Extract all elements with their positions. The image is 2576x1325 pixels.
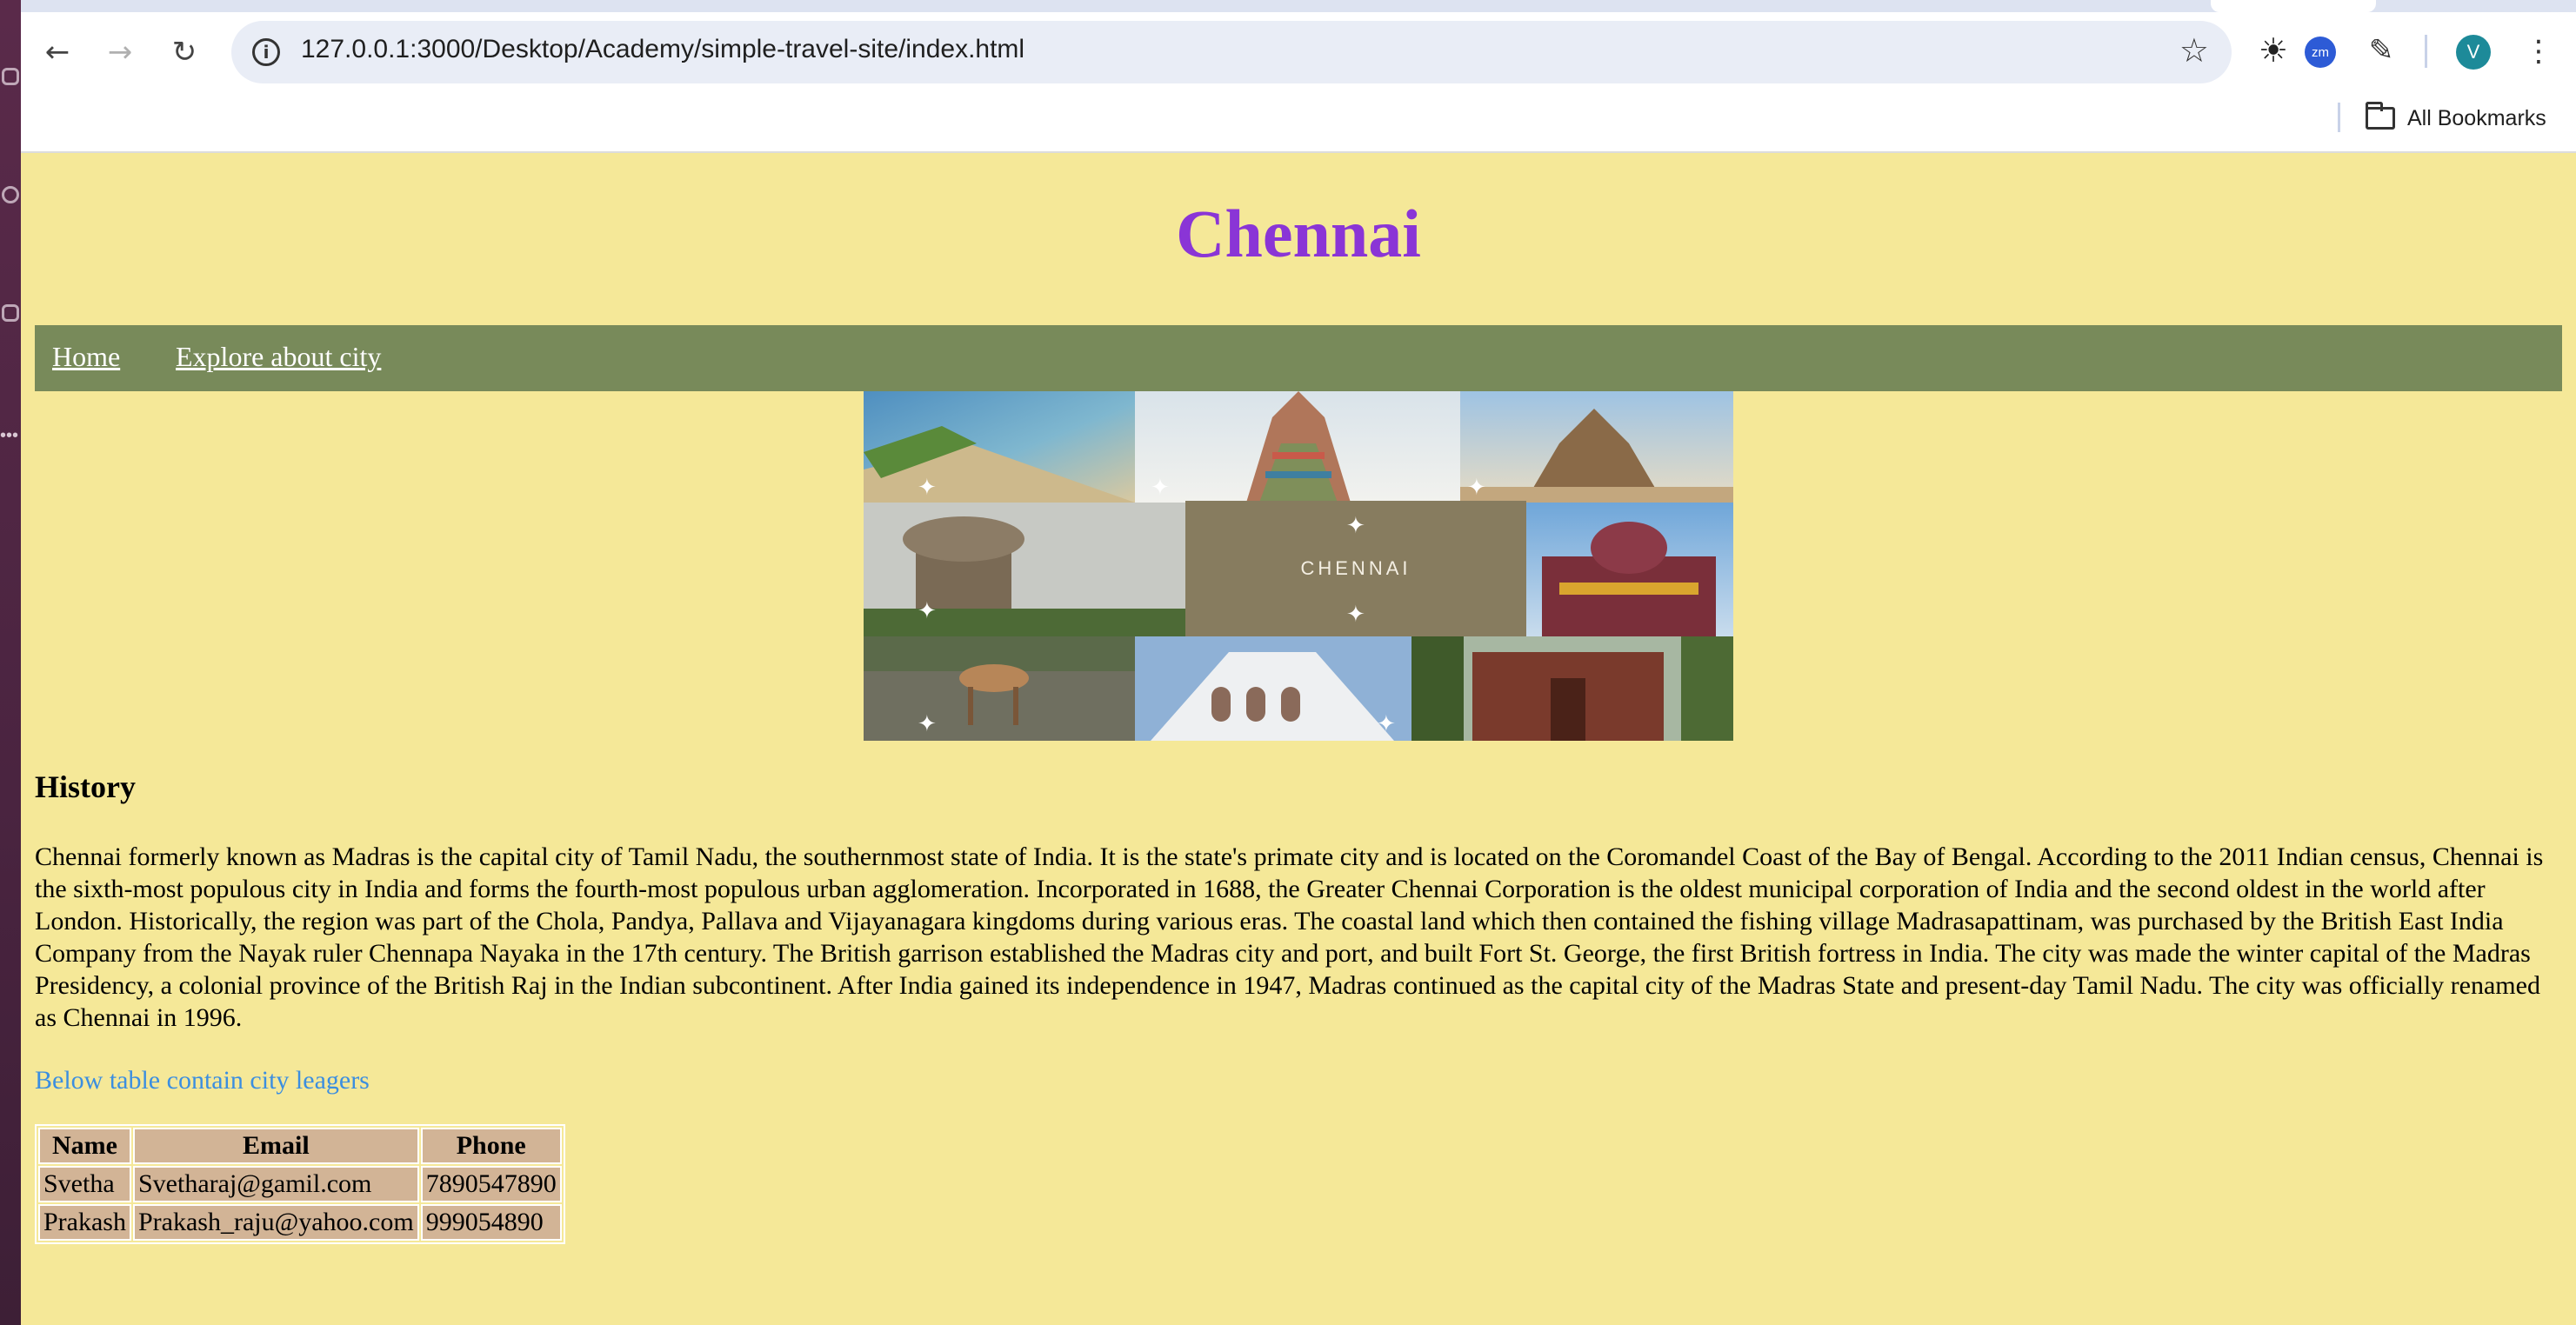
sparkle-icon: ✦ [918,598,937,624]
cell-email: Svetharaj@gamil.com [132,1166,419,1202]
page-title: Chennai [1176,196,1421,271]
all-bookmarks-label: All Bookmarks [2407,105,2546,130]
site-navbar: Home Explore about city [35,325,2562,391]
cell-phone: 999054890 [420,1204,562,1241]
collage-label: CHENNAI [1300,557,1411,579]
cell-name: Prakash [38,1204,131,1241]
app-icon [2,186,19,203]
bookmarks-divider [2338,103,2340,132]
info-icon[interactable]: i [252,38,280,66]
cell-name: Svetha [38,1166,131,1202]
chennai-collage-image: CHENNAI ✦ ✦ ✦ ✦ ✦ ✦ ✦ ✦ [864,391,1733,741]
toolbar-divider [2425,35,2427,68]
bookmarks-bar: All Bookmarks [21,92,2576,153]
sparkle-icon: ✦ [918,475,937,501]
nav-link-explore[interactable]: Explore about city [176,341,381,373]
column-header-email: Email [132,1128,419,1164]
background-app-strip: ••• [0,0,21,1325]
history-heading: History [35,769,136,804]
cell-email: Prakash_raju@yahoo.com [132,1204,419,1241]
active-tab[interactable] [2211,0,2376,12]
table-row: Svetha Svetharaj@gamil.com 7890547890 [38,1166,562,1202]
sparkle-icon: ✦ [1346,602,1365,628]
sparkle-icon: ✦ [1467,475,1486,501]
avatar[interactable]: V [2456,35,2491,70]
all-bookmarks-button[interactable]: All Bookmarks [2366,101,2546,136]
column-header-phone: Phone [420,1128,562,1164]
home-icon [2,68,19,85]
table-note: Below table contain city leagers [35,1066,370,1095]
sparkle-icon: ✦ [918,711,937,737]
forward-arrow-icon[interactable]: → [101,33,139,71]
star-icon[interactable]: ☆ [2179,31,2209,70]
back-arrow-icon[interactable]: ← [38,33,77,71]
table-row: Prakash Prakash_raju@yahoo.com 999054890 [38,1204,562,1241]
browser-toolbar: ← → ↻ i 127.0.0.1:3000/Desktop/Academy/s… [21,12,2576,92]
sparkle-icon: ✦ [1151,475,1170,501]
sparkle-icon: ✦ [1377,711,1396,737]
cell-phone: 7890547890 [420,1166,562,1202]
sparkle-icon: ✦ [1346,513,1365,539]
history-paragraph: Chennai formerly known as Madras is the … [35,842,2544,1032]
nav-link-home[interactable]: Home [52,341,120,373]
folder-icon [2366,102,2395,130]
puzzle-icon[interactable]: ✎ [2362,31,2400,70]
more-icon: ••• [0,426,19,445]
url-text[interactable]: 127.0.0.1:3000/Desktop/Academy/simple-tr… [301,35,1024,64]
zoom-extension-label: zm [2312,44,2329,60]
city-leaders-table: Name Email Phone Svetha Svetharaj@gamil.… [35,1124,565,1244]
column-header-name: Name [38,1128,131,1164]
profile-initial: V [2466,41,2480,63]
tab-strip [21,0,2576,12]
address-bar[interactable]: i 127.0.0.1:3000/Desktop/Academy/simple-… [231,21,2232,83]
web-page: Chennai Home Explore about city CHENNAI … [21,153,2576,1325]
sun-icon[interactable]: ☀ [2254,31,2292,70]
table-header-row: Name Email Phone [38,1128,562,1164]
kebab-menu-icon[interactable]: ⋮ [2524,30,2553,73]
zoom-icon[interactable]: zm [2305,37,2336,68]
bell-icon [2,304,19,322]
reload-icon[interactable]: ↻ [165,33,204,71]
browser-chrome: ← → ↻ i 127.0.0.1:3000/Desktop/Academy/s… [21,0,2576,153]
